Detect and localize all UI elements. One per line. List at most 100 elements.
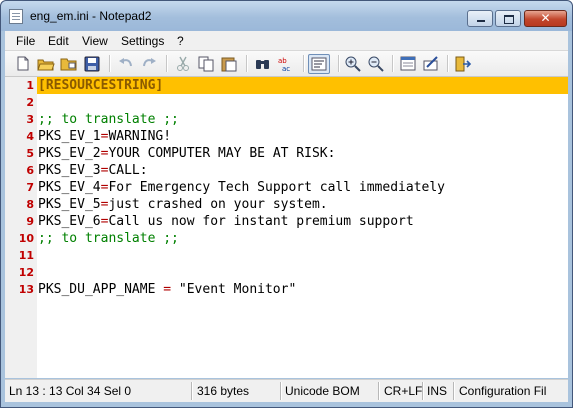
line-number: 9 [26, 215, 34, 228]
token-val: Call us now for instant premium support [108, 214, 414, 229]
editor-line[interactable]: 12 [5, 264, 568, 281]
toolbar-separator [447, 55, 448, 72]
zoom-out-icon[interactable] [367, 55, 385, 72]
browse-icon[interactable] [60, 55, 78, 72]
line-number: 8 [26, 198, 34, 211]
notepad-app-icon[interactable] [9, 9, 23, 24]
zoom-in-icon[interactable] [344, 55, 362, 72]
notepad2-window: eng_em.ini - Notepad2 ✕ File Edit View S… [0, 0, 573, 408]
editor-line[interactable]: 4 PKS_EV_1=WARNING! [5, 128, 568, 145]
window-title: eng_em.ini - Notepad2 [30, 9, 152, 23]
status-divider [453, 382, 454, 400]
toolbar-separator [392, 55, 393, 72]
status-mode[interactable]: INS [427, 383, 447, 400]
editor-line[interactable]: 8 PKS_EV_5=just crashed on your system. [5, 196, 568, 213]
line-content: PKS_EV_6=Call us now for instant premium… [38, 213, 414, 230]
line-content: [RESOURCESTRING] [38, 77, 163, 94]
menu-settings[interactable]: Settings [121, 34, 164, 48]
toolbar-separator [109, 55, 110, 72]
menu-file[interactable]: File [16, 34, 35, 48]
line-content: PKS_EV_2=YOUR COMPUTER MAY BE AT RISK: [38, 145, 335, 162]
minimize-button[interactable] [467, 10, 493, 27]
line-number: 1 [26, 79, 34, 92]
status-bar: Ln 13 : 13 Col 34 Sel 0 316 bytes Unicod… [5, 379, 568, 402]
token-key: PKS_EV_5 [38, 197, 101, 212]
line-content: PKS_DU_APP_NAME = "Event Monitor" [38, 281, 296, 298]
status-size: 316 bytes [197, 384, 250, 398]
toolbar-separator [303, 55, 304, 72]
scheme-icon[interactable] [399, 55, 417, 72]
token-comment: ;; to translate ;; [38, 231, 179, 246]
find-icon[interactable] [254, 55, 272, 72]
svg-text:ac: ac [282, 65, 290, 72]
editor-line[interactable]: 5 PKS_EV_2=YOUR COMPUTER MAY BE AT RISK: [5, 145, 568, 162]
token-key: PKS_EV_1 [38, 129, 101, 144]
replace-icon[interactable]: ab ac [277, 55, 295, 72]
status-divider [422, 382, 423, 400]
line-content: PKS_EV_5=just crashed on your system. [38, 196, 328, 213]
line-content: PKS_EV_1=WARNING! [38, 128, 171, 145]
editor-line[interactable]: 13 PKS_DU_APP_NAME = "Event Monitor" [5, 281, 568, 298]
editor-line[interactable]: 9 PKS_EV_6=Call us now for instant premiu… [5, 213, 568, 230]
line-number: 5 [26, 147, 34, 160]
title-bar[interactable]: eng_em.ini - Notepad2 ✕ [1, 1, 572, 31]
toolbar-separator [338, 55, 339, 72]
open-folder-icon[interactable] [37, 55, 55, 72]
line-number: 11 [18, 249, 34, 262]
line-content: ;; to translate ;; [38, 111, 179, 128]
line-number: 3 [26, 113, 34, 126]
editor-line[interactable]: 7 PKS_EV_4=For Emergency Tech Support cal… [5, 179, 568, 196]
line-content: PKS_EV_3=CALL: [38, 162, 148, 179]
customize-icon[interactable] [422, 55, 440, 72]
editor-line[interactable]: 1 [RESOURCESTRING] [5, 77, 568, 94]
editor-line[interactable]: 3 ;; to translate ;; [5, 111, 568, 128]
text-editor[interactable]: 1 [RESOURCESTRING] 2 3 ;; to translate ;; 4 PK… [5, 77, 568, 378]
status-divider [378, 382, 379, 400]
exit-icon[interactable] [454, 55, 472, 72]
maximize-button[interactable] [495, 10, 521, 27]
status-line-endings[interactable]: CR+LF [384, 383, 422, 400]
cut-icon[interactable] [174, 55, 192, 72]
close-button[interactable]: ✕ [524, 10, 567, 27]
redo-icon[interactable] [140, 55, 158, 72]
line-number: 4 [26, 130, 34, 143]
undo-icon[interactable] [117, 55, 135, 72]
status-divider [191, 382, 192, 400]
toolbar-separator [246, 55, 247, 72]
status-divider [280, 382, 281, 400]
copy-icon[interactable] [197, 55, 215, 72]
token-val: WARNING! [108, 129, 172, 144]
save-icon[interactable] [83, 55, 101, 72]
token-key: PKS_EV_2 [38, 146, 101, 161]
token-key: PKS_EV_4 [38, 180, 101, 195]
token-val: CALL: [108, 163, 148, 178]
menu-edit[interactable]: Edit [48, 34, 69, 48]
menu-bar: File Edit View Settings ? [5, 31, 568, 51]
token-val: YOUR COMPUTER MAY BE AT RISK: [108, 146, 336, 161]
status-scheme[interactable]: Configuration Fil [459, 383, 546, 400]
svg-text:ab: ab [278, 57, 287, 65]
menu-view[interactable]: View [82, 34, 108, 48]
line-number: 2 [26, 96, 34, 109]
paste-icon[interactable] [220, 55, 238, 72]
line-number: 13 [18, 283, 34, 296]
toolbar-separator [166, 55, 167, 72]
editor-line[interactable]: 11 [5, 247, 568, 264]
status-position: Ln 13 : 13 Col 34 Sel 0 [9, 384, 132, 398]
token-key: PKS_EV_6 [38, 214, 101, 229]
token-val: For Emergency Tech Support call immediat… [108, 180, 445, 195]
token-section: [RESOURCESTRING] [38, 78, 164, 93]
editor-line[interactable]: 10 ;; to translate ;; [5, 230, 568, 247]
menu-help[interactable]: ? [177, 34, 184, 48]
token-comment: ;; to translate ;; [38, 112, 179, 127]
token-eq: = [163, 282, 172, 297]
editor-line[interactable]: 2 [5, 94, 568, 111]
token-key: PKS_DU_APP_NAME [38, 282, 164, 297]
word-wrap-icon[interactable] [308, 54, 330, 74]
line-number: 10 [18, 232, 34, 245]
editor-line[interactable]: 6 PKS_EV_3=CALL: [5, 162, 568, 179]
status-encoding[interactable]: Unicode BOM [285, 383, 360, 400]
new-file-icon[interactable] [14, 55, 32, 72]
line-number: 7 [26, 181, 34, 194]
token-val: "Event Monitor" [171, 282, 297, 297]
